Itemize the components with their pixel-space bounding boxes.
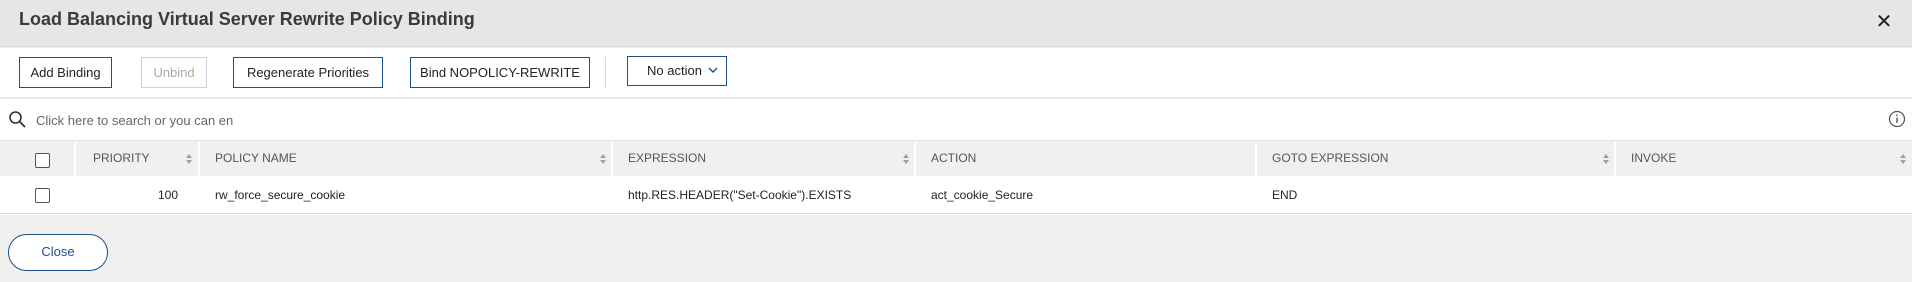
search-input[interactable] <box>36 108 636 132</box>
column-header-goto-expression[interactable]: GOTO EXPRESSION <box>1259 142 1615 176</box>
info-icon[interactable] <box>1888 110 1906 128</box>
sort-icon[interactable] <box>185 153 193 165</box>
column-header-label: POLICY NAME <box>215 151 297 165</box>
toolbar-divider <box>605 57 606 88</box>
sort-icon[interactable] <box>1602 153 1610 165</box>
regenerate-priorities-button[interactable]: Regenerate Priorities <box>233 57 383 88</box>
column-divider <box>611 142 613 176</box>
search-icon[interactable] <box>8 110 26 128</box>
cell-policy-name: rw_force_secure_cookie <box>215 188 346 202</box>
column-divider <box>1255 142 1257 176</box>
toolbar: Add Binding Unbind Regenerate Priorities… <box>0 48 1912 98</box>
table-header: PRIORITY POLICY NAME EXPRESSION ACTION G… <box>0 142 1912 176</box>
column-header-label: EXPRESSION <box>628 151 707 165</box>
action-select-value: No action <box>647 63 702 78</box>
column-header-label: PRIORITY <box>93 151 150 165</box>
column-header-label: GOTO EXPRESSION <box>1272 151 1389 165</box>
add-binding-button[interactable]: Add Binding <box>19 57 112 88</box>
row-checkbox[interactable] <box>35 188 50 203</box>
column-header-invoke[interactable]: INVOKE <box>1618 142 1912 176</box>
column-divider <box>74 142 76 176</box>
column-divider <box>198 142 200 176</box>
column-header-label: ACTION <box>931 151 977 165</box>
column-header-priority[interactable]: PRIORITY <box>80 142 198 176</box>
select-all-checkbox[interactable] <box>35 153 50 168</box>
action-select[interactable]: No action <box>627 56 727 86</box>
unbind-button[interactable]: Unbind <box>141 57 207 88</box>
bind-nopolicy-rewrite-button[interactable]: Bind NOPOLICY-REWRITE <box>410 57 590 88</box>
bindings-table: PRIORITY POLICY NAME EXPRESSION ACTION G… <box>0 142 1912 215</box>
close-button[interactable]: Close <box>8 234 108 271</box>
sort-icon[interactable] <box>1899 153 1907 165</box>
column-divider <box>914 142 916 176</box>
search-bar <box>0 99 1912 141</box>
column-header-action[interactable]: ACTION <box>918 142 1256 176</box>
cell-priority: 100 <box>157 188 178 202</box>
column-header-policy-name[interactable]: POLICY NAME <box>202 142 612 176</box>
column-header-label: INVOKE <box>1631 151 1677 165</box>
column-divider <box>1614 142 1616 176</box>
cell-expression: http.RES.HEADER("Set-Cookie").EXISTS <box>628 188 852 202</box>
cell-goto-expression: END <box>1272 188 1298 202</box>
sort-icon[interactable] <box>599 153 607 165</box>
chevron-down-icon <box>708 67 718 73</box>
dialog-title: Load Balancing Virtual Server Rewrite Po… <box>19 9 475 29</box>
column-header-expression[interactable]: EXPRESSION <box>615 142 915 176</box>
cell-action: act_cookie_Secure <box>931 188 1034 202</box>
close-icon[interactable]: ✕ <box>1874 12 1894 32</box>
sort-icon[interactable] <box>902 153 910 165</box>
dialog-header: Load Balancing Virtual Server Rewrite Po… <box>0 0 1912 47</box>
table-row[interactable]: 100 rw_force_secure_cookie http.RES.HEAD… <box>0 176 1912 214</box>
